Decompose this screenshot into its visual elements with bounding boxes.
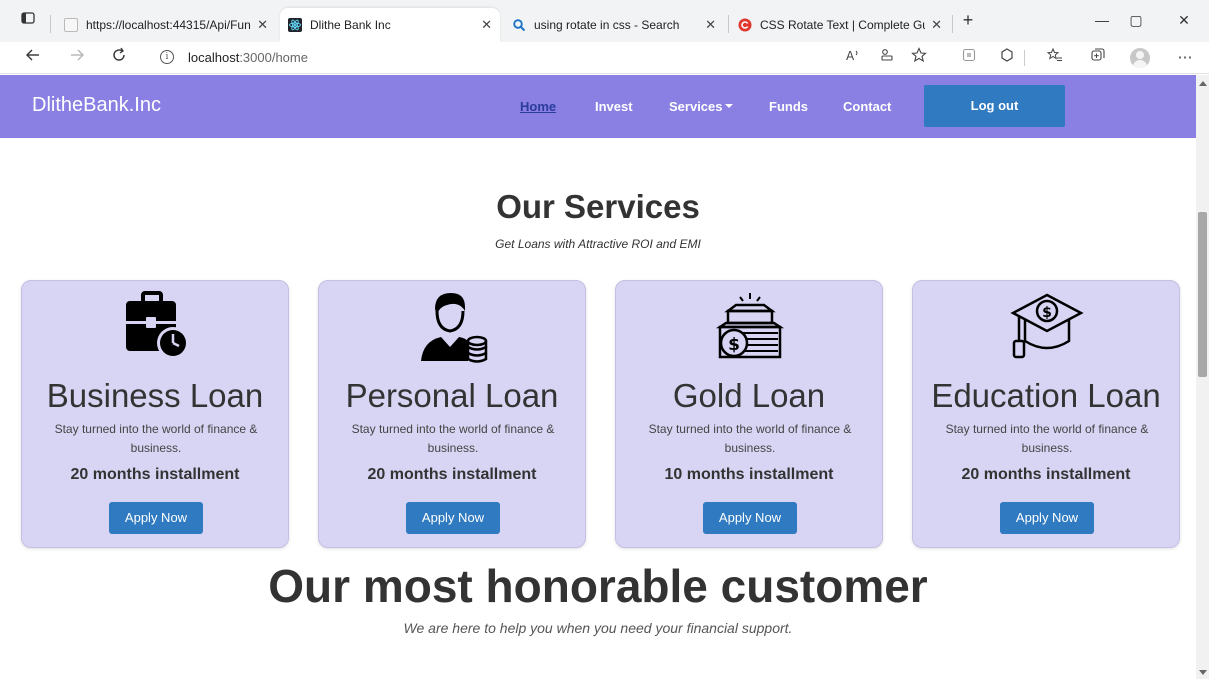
url-host: localhost [188, 50, 240, 65]
maximize-button[interactable]: ▢ [1126, 10, 1146, 30]
loan-card-business: Business Loan Stay turned into the world… [21, 280, 289, 548]
tab-title: CSS Rotate Text | Complete Guid [760, 18, 926, 32]
apply-now-button[interactable]: Apply Now [109, 502, 203, 534]
nav-link-home[interactable]: Home [520, 99, 556, 114]
close-window-button[interactable]: ✕ [1174, 10, 1194, 30]
graduation-cap-dollar-icon: $ [1007, 289, 1087, 369]
read-aloud-icon[interactable]: A [842, 47, 864, 69]
tab-title: Dlithe Bank Inc [310, 18, 391, 32]
card-description: Stay turned into the world of finance & … [351, 422, 555, 455]
tab-localhost-api[interactable]: https://localhost:44315/Api/Func ✕ [56, 8, 276, 42]
card-installment: 20 months installment [70, 466, 240, 483]
close-tab-icon[interactable]: ✕ [705, 17, 716, 33]
url-text: localhost:3000/home [188, 50, 308, 65]
services-title: Our Services [496, 188, 700, 225]
logout-button[interactable]: Log out [924, 85, 1065, 127]
card-title: Business Loan [46, 377, 264, 414]
apply-now-button[interactable]: Apply Now [406, 502, 500, 534]
customers-title: Our most honorable customer [268, 560, 928, 612]
sync-icon[interactable] [996, 47, 1018, 69]
brand-logo[interactable]: DlitheBank.Inc [32, 94, 161, 117]
card-description: Stay turned into the world of finance & … [648, 422, 852, 455]
nav-link-funds[interactable]: Funds [769, 99, 808, 114]
more-options-icon[interactable]: ⋯ [1174, 47, 1196, 69]
tab-dlithe-bank[interactable]: Dlithe Bank Inc ✕ [280, 8, 500, 42]
favorite-star-icon[interactable] [908, 47, 930, 69]
svg-text:$: $ [1042, 305, 1052, 321]
card-title: Personal Loan [345, 377, 559, 414]
services-subtitle: Get Loans with Attractive ROI and EMI [495, 237, 701, 251]
loan-card-gold: $ Gold Loan Stay turned into the world o… [615, 280, 883, 548]
site-info-icon[interactable]: i [160, 50, 174, 64]
page-scrollbar[interactable] [1196, 75, 1209, 679]
address-bar[interactable]: i localhost:3000/home [150, 45, 860, 71]
briefcase-clock-icon [116, 289, 196, 369]
loan-card-personal: Personal Loan Stay turned into the world… [318, 280, 586, 548]
new-tab-button[interactable]: + [958, 10, 978, 30]
nav-link-services-label: Services [669, 99, 723, 114]
back-arrow-icon[interactable] [22, 47, 44, 69]
tab-separator [728, 15, 729, 33]
nav-link-services[interactable]: Services [669, 99, 733, 114]
person-coins-icon [413, 289, 493, 369]
search-icon [512, 18, 526, 32]
extension-icon[interactable] [958, 47, 980, 69]
close-tab-icon[interactable]: ✕ [257, 17, 268, 33]
card-installment: 20 months installment [961, 466, 1131, 483]
scroll-up-arrow-icon[interactable] [1199, 81, 1207, 86]
react-logo-icon [288, 18, 302, 32]
card-installment: 10 months installment [664, 466, 834, 483]
tab-title: using rotate in css - Search [534, 18, 680, 32]
toolbar-divider [1024, 47, 1026, 69]
site-logo-icon [738, 18, 752, 32]
svg-text:A: A [846, 49, 855, 63]
apply-now-button[interactable]: Apply Now [1000, 502, 1094, 534]
tab-rotate-search[interactable]: using rotate in css - Search ✕ [504, 8, 724, 42]
svg-text:$: $ [728, 335, 740, 355]
apply-now-button[interactable]: Apply Now [703, 502, 797, 534]
card-title: Gold Loan [672, 377, 826, 414]
browser-tab-bar: https://localhost:44315/Api/Func ✕ Dlith… [0, 0, 1209, 42]
nav-link-invest[interactable]: Invest [595, 99, 633, 114]
card-installment: 20 months installment [367, 466, 537, 483]
nav-link-contact[interactable]: Contact [843, 99, 891, 114]
close-tab-icon[interactable]: ✕ [931, 17, 942, 33]
browser-toolbar: i localhost:3000/home A ⋯ [0, 42, 1209, 74]
tab-separator [952, 15, 953, 33]
scrollbar-thumb[interactable] [1198, 212, 1207, 377]
tab-separator [50, 15, 51, 33]
profile-icon[interactable] [1130, 48, 1150, 68]
scroll-down-arrow-icon[interactable] [1199, 670, 1207, 675]
tab-css-rotate-guide[interactable]: CSS Rotate Text | Complete Guid ✕ [730, 8, 950, 42]
page-viewport: DlitheBank.Inc Home Invest Services Fund… [0, 75, 1196, 679]
page-icon [64, 18, 78, 32]
gold-bars-icon: $ [710, 289, 790, 369]
card-description: Stay turned into the world of finance & … [945, 422, 1149, 455]
card-description: Stay turned into the world of finance & … [54, 422, 258, 455]
browser-essentials-icon[interactable] [876, 47, 898, 69]
loan-card-education: $ Education Loan Stay turned into the wo… [912, 280, 1180, 548]
refresh-icon[interactable] [108, 47, 130, 69]
close-tab-icon[interactable]: ✕ [481, 17, 492, 33]
site-navbar: DlitheBank.Inc Home Invest Services Fund… [0, 75, 1196, 138]
collections-icon[interactable] [1087, 47, 1109, 69]
url-path: :3000/home [239, 50, 308, 65]
tab-actions-icon[interactable] [18, 10, 38, 30]
minimize-button[interactable]: — [1092, 10, 1112, 30]
forward-arrow-icon[interactable] [66, 47, 88, 69]
chevron-down-icon [724, 104, 733, 109]
favorites-icon[interactable] [1044, 47, 1066, 69]
customers-subtitle: We are here to help you when you need yo… [403, 620, 793, 636]
card-title: Education Loan [931, 377, 1161, 414]
tab-title: https://localhost:44315/Api/Func [86, 18, 252, 32]
